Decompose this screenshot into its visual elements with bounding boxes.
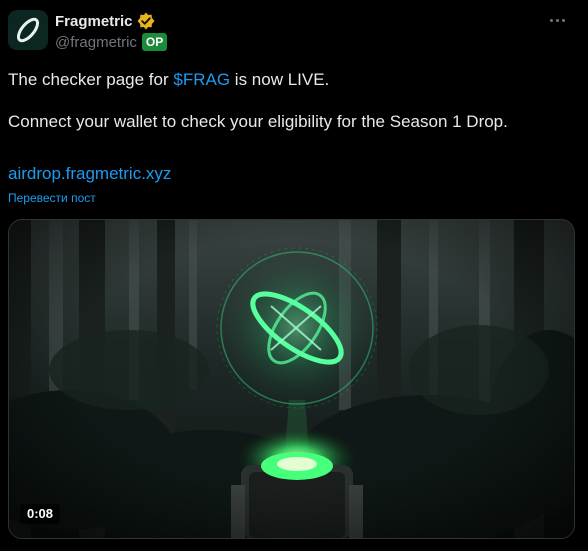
avatar[interactable]: [8, 10, 48, 50]
cashtag-link[interactable]: $FRAG: [173, 70, 230, 89]
video-duration-badge: 0:08: [20, 504, 61, 524]
video-thumbnail: [9, 220, 574, 538]
tweet-line-1: The checker page for $FRAG is now LIVE.: [8, 70, 330, 89]
airdrop-link[interactable]: airdrop.fragmetric.xyz: [8, 164, 171, 184]
op-badge: OP: [141, 33, 168, 51]
author-name-row: Fragmetric: [55, 11, 155, 31]
fragmetric-logo-icon: [8, 10, 48, 50]
video-player[interactable]: [8, 219, 575, 539]
translate-post-link[interactable]: Перевести пост: [8, 191, 96, 205]
author-display-name[interactable]: Fragmetric: [55, 13, 133, 30]
verified-badge-icon[interactable]: [137, 12, 155, 30]
author-handle-row: @fragmetric OP: [55, 32, 168, 52]
tweet-text: The checker page for $FRAG is now LIVE. …: [8, 69, 578, 132]
author-handle[interactable]: @fragmetric: [55, 34, 137, 51]
more-options-icon[interactable]: [546, 14, 568, 26]
tweet-line-2: Connect your wallet to check your eligib…: [8, 112, 508, 131]
